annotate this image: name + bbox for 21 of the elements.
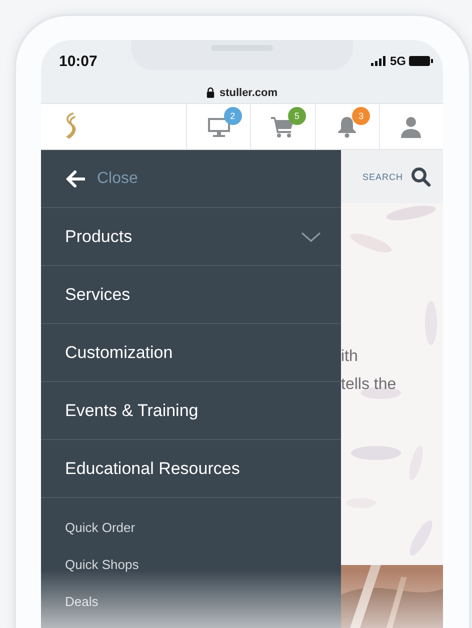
lock-icon (206, 87, 216, 98)
search-icon[interactable] (411, 166, 431, 186)
battery-icon (409, 56, 433, 66)
cart-icon[interactable] (270, 116, 295, 138)
back-arrow-icon (65, 170, 85, 188)
signal-icon (370, 56, 387, 66)
search-label[interactable]: SEARCH (362, 172, 403, 182)
menu-item[interactable]: Services (41, 266, 341, 324)
count-badge: 3 (352, 106, 370, 124)
menu-item[interactable]: Customization (41, 324, 341, 382)
menu-item[interactable]: Events & Training (41, 382, 341, 440)
status-time: 10:07 (59, 52, 98, 70)
address-bar[interactable]: stuller.com (41, 82, 443, 104)
network-label: 5G (390, 54, 406, 68)
menu-link[interactable]: Quick Order (65, 518, 136, 537)
menu-item[interactable]: Products (41, 208, 341, 266)
menu-item[interactable]: Educational Resources (41, 440, 341, 498)
menu-link[interactable]: Quick Shops (65, 555, 139, 574)
count-badge: 2 (224, 106, 242, 124)
count-badge: 5 (288, 106, 306, 124)
user-icon[interactable] (399, 116, 424, 138)
